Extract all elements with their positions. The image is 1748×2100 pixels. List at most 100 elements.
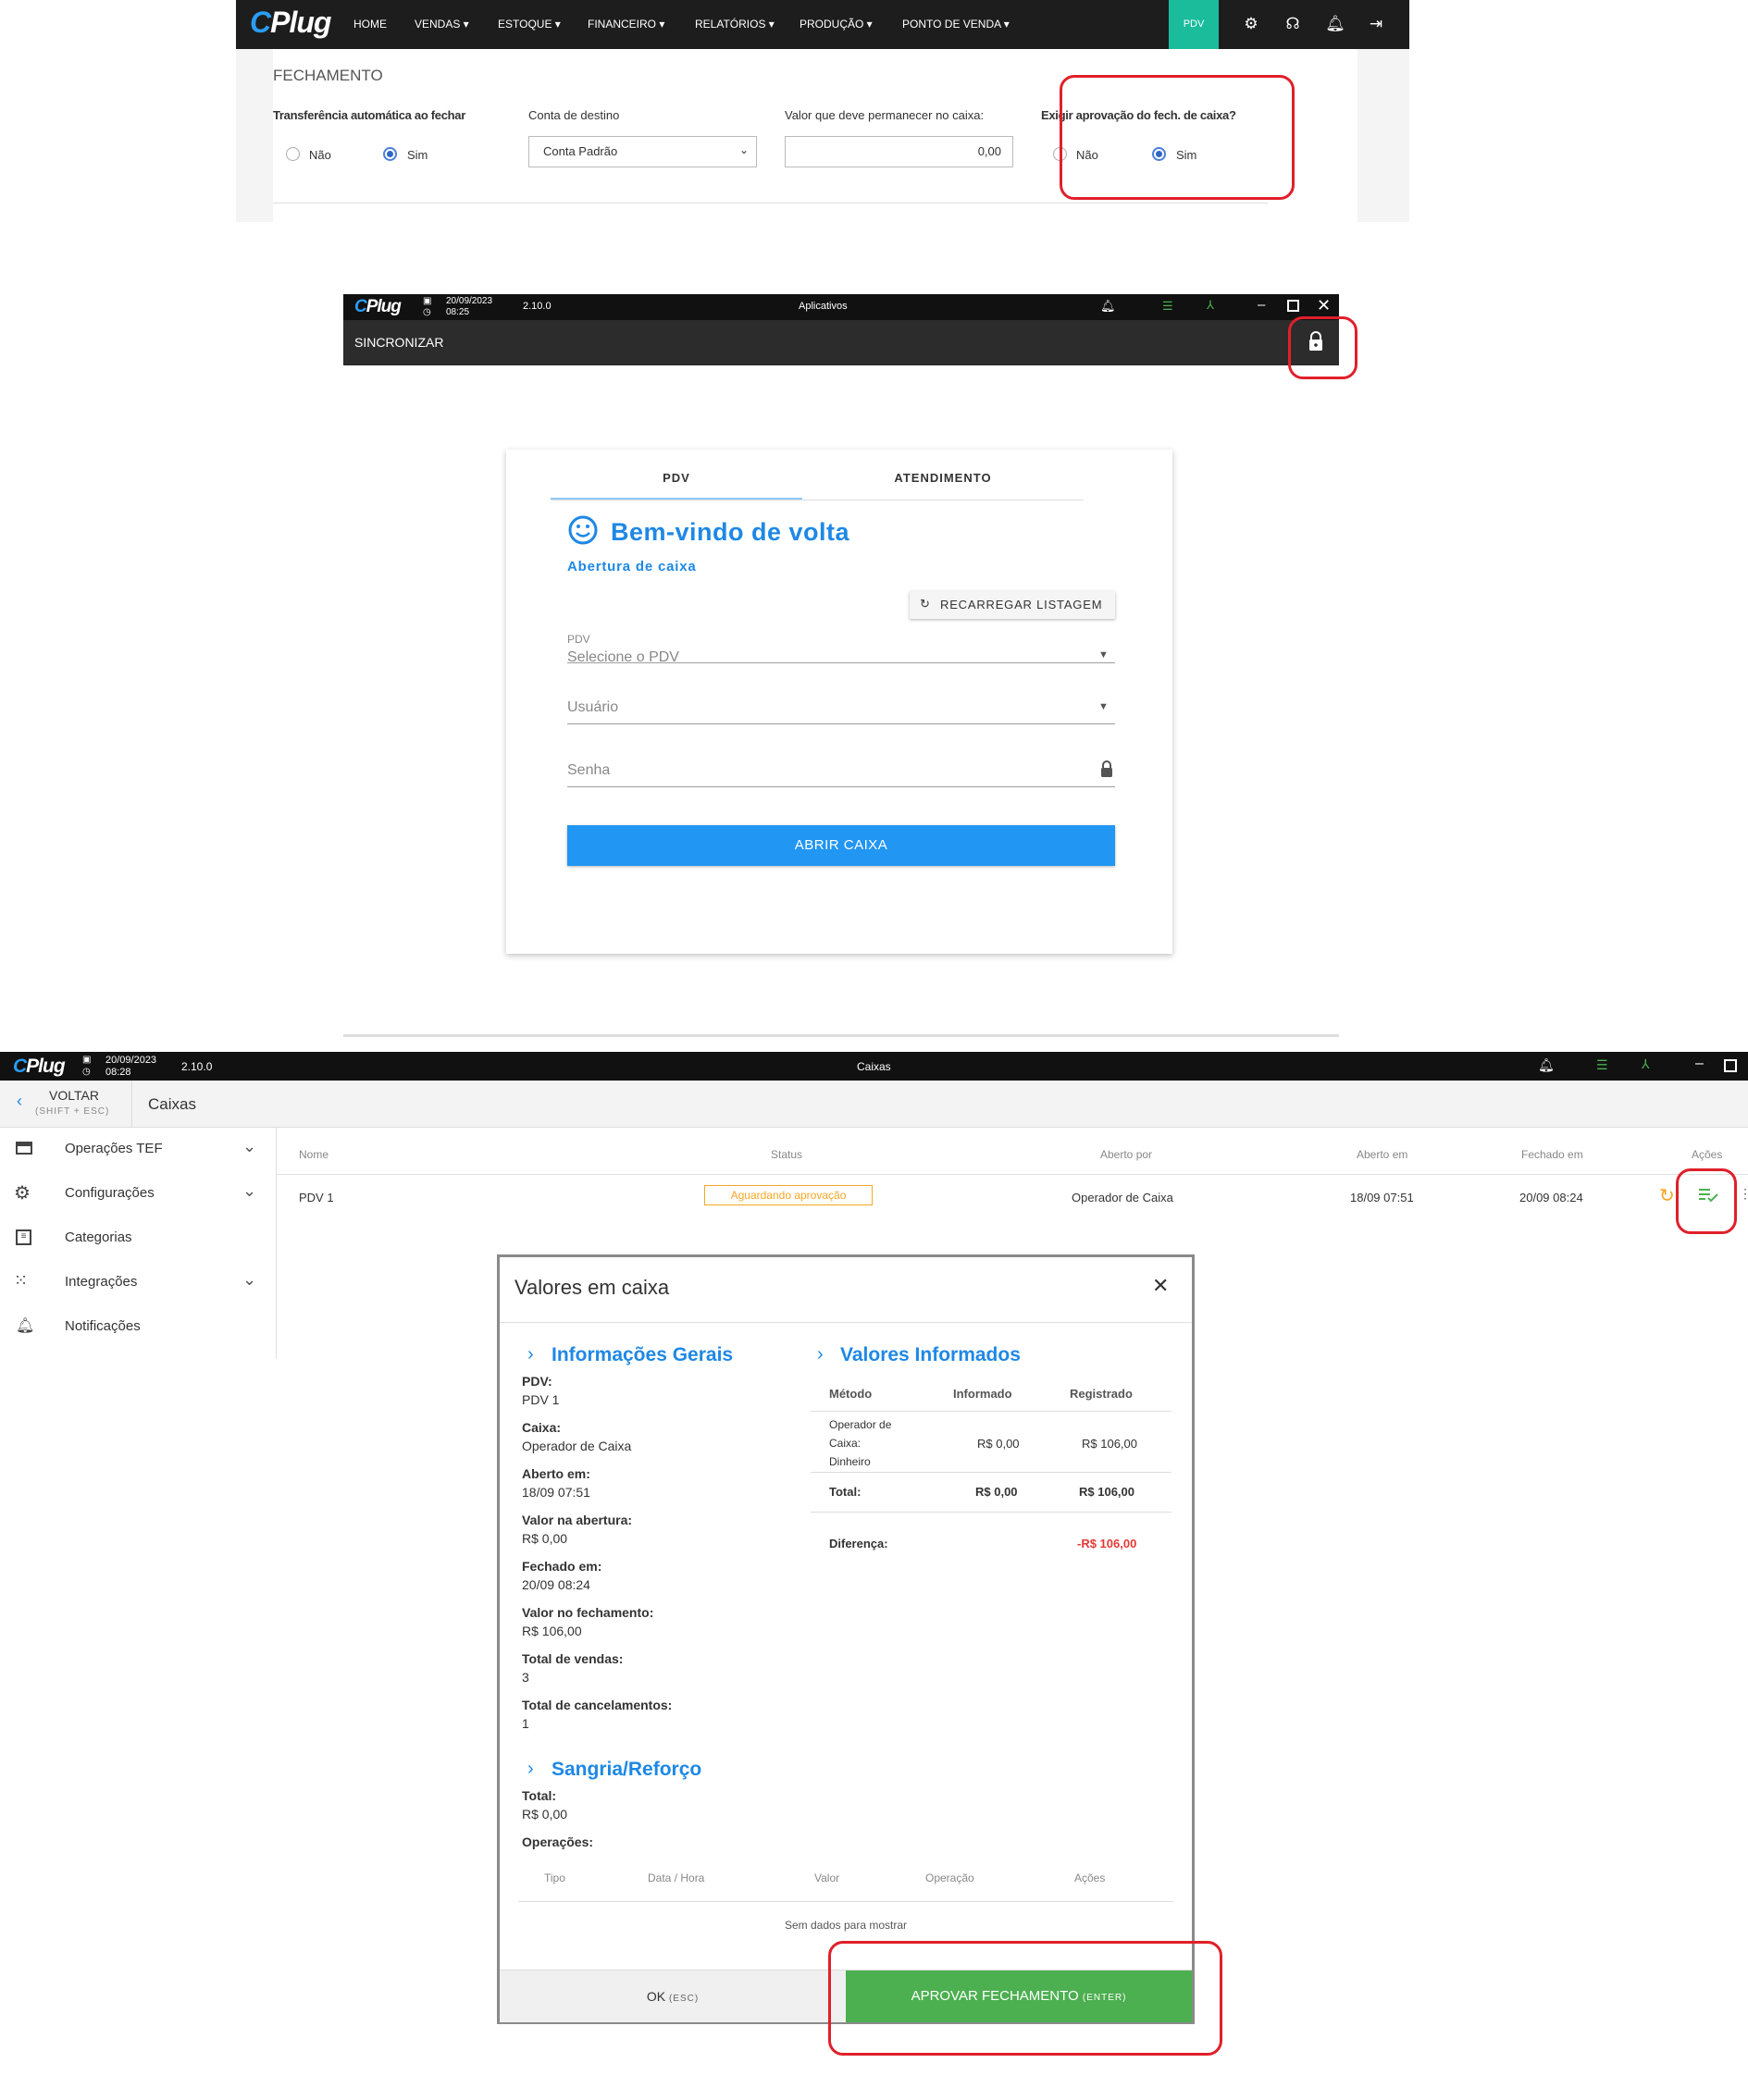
gear-icon: ⚙	[14, 1183, 31, 1204]
highlight-lock	[1288, 316, 1357, 379]
network-icon[interactable]: ⅄	[1207, 298, 1214, 313]
sidebar: Operações TEF ⌄ ⚙ Configurações ⌄ ≡ Cate…	[0, 1128, 277, 1359]
nav-home[interactable]: HOME	[353, 0, 387, 49]
info-value: 3	[522, 1670, 529, 1685]
row-divider	[811, 1411, 1172, 1412]
sidebar-item-configuracoes[interactable]: ⚙ Configurações ⌄	[0, 1172, 276, 1217]
pdv-field-label: PDV	[567, 633, 590, 646]
caret-down-icon: ▼	[1098, 649, 1109, 661]
modal-title: Valores em caixa	[514, 1276, 670, 1299]
highlight-aprovacao	[1060, 75, 1295, 200]
maximize-icon[interactable]	[1724, 1059, 1737, 1072]
sangria-total-value: R$ 0,00	[522, 1807, 568, 1822]
pdv-button[interactable]: PDV	[1169, 0, 1219, 49]
headset-icon[interactable]: ☊	[1282, 13, 1304, 35]
server-icon[interactable]: ☰	[1162, 299, 1173, 314]
maximize-icon[interactable]	[1287, 300, 1299, 312]
back-hint: (SHIFT + ESC)	[35, 1106, 110, 1117]
transfer-yes-label: Sim	[407, 148, 428, 162]
ok-button[interactable]: OK (ESC)	[500, 1970, 846, 2022]
server-icon[interactable]: ☰	[1596, 1057, 1608, 1073]
sidebar-item-label: Notificações	[65, 1318, 141, 1334]
table-row[interactable]: PDV 1 Aguardando aprovação Operador de C…	[277, 1175, 1748, 1219]
reload-label: RECARREGAR LISTAGEM	[940, 598, 1103, 611]
cplug-logo: CPlug	[13, 1056, 66, 1077]
nav-financeiro[interactable]: FINANCEIRO ▾	[588, 0, 664, 49]
tab-pdv[interactable]: PDV	[551, 464, 802, 500]
logout-icon[interactable]: ⇥	[1365, 13, 1387, 35]
ok-label: OK	[646, 1989, 666, 2004]
nav-relatorios[interactable]: RELATÓRIOS ▾	[695, 0, 775, 49]
back-button[interactable]: ‹ VOLTAR (SHIFT + ESC)	[0, 1081, 132, 1127]
ok-hint: (ESC)	[668, 1994, 700, 2004]
th-aberto-por: Aberto por	[1100, 1148, 1153, 1161]
pdv-underline	[567, 662, 1115, 663]
sidebar-item-categorias[interactable]: ≡ Categorias	[0, 1217, 276, 1261]
gear-icon[interactable]: ⚙	[1240, 13, 1262, 35]
sidebar-item-integracoes[interactable]: ⁙ Integrações ⌄	[0, 1261, 276, 1305]
transfer-yes-radio[interactable]	[383, 147, 397, 161]
chevron-down-icon: ⌄	[242, 1270, 257, 1289]
minimize-icon[interactable]: –	[1258, 297, 1265, 313]
abrir-caixa-button[interactable]: ABRIR CAIXA	[567, 825, 1115, 866]
nav-vendas[interactable]: VENDAS ▾	[415, 0, 469, 49]
sidebar-item-label: Integrações	[65, 1274, 138, 1290]
th-nome: Nome	[299, 1148, 329, 1161]
cell-registrado: R$ 106,00	[1082, 1437, 1137, 1451]
welcome-title: Bem-vindo de volta	[611, 518, 850, 546]
nav-producao[interactable]: PRODUÇÃO ▾	[800, 0, 873, 49]
calendar-icon: ▣	[82, 1055, 92, 1065]
list-icon: ≡	[16, 1229, 31, 1245]
cell-aberto-por: Operador de Caixa	[1072, 1191, 1173, 1204]
info-value: 20/09 08:24	[522, 1577, 590, 1592]
sync-button[interactable]: SINCRONIZAR	[354, 335, 443, 350]
integrations-icon: ⁙	[14, 1271, 29, 1290]
titlebar-center: Aplicativos	[799, 301, 848, 312]
bell-icon[interactable]: 🔔︎	[1324, 13, 1346, 35]
row-divider	[811, 1512, 1172, 1513]
destino-label: Conta de destino	[528, 108, 620, 122]
reload-button[interactable]: ↻ RECARREGAR LISTAGEM	[910, 591, 1115, 619]
info-key: PDV:	[522, 1374, 552, 1389]
bell-icon[interactable]: 🔔︎	[1100, 299, 1116, 314]
valor-label: Valor que deve permanecer no caixa:	[785, 108, 985, 122]
destino-value: Conta Padrão	[543, 144, 618, 158]
cell-aberto-em: 18/09 07:51	[1350, 1191, 1414, 1204]
destino-select[interactable]: Conta Padrão ⌄	[528, 136, 757, 167]
breadcrumb-bar: ‹ VOLTAR (SHIFT + ESC) Caixas	[0, 1081, 1748, 1128]
nav-ponto-de-venda[interactable]: PONTO DE VENDA ▾	[902, 0, 1010, 49]
clock-icon: ◷	[423, 307, 431, 317]
operacoes-label: Operações:	[522, 1834, 594, 1849]
senha-input[interactable]: Senha	[567, 762, 610, 779]
page-title: Caixas	[148, 1095, 196, 1113]
senha-underline	[567, 786, 1115, 787]
nav-estoque[interactable]: ESTOQUE ▾	[498, 0, 561, 49]
close-icon[interactable]: ✕	[1317, 296, 1331, 315]
row-divider	[811, 1472, 1172, 1473]
minimize-icon[interactable]: –	[1695, 1056, 1704, 1072]
bell-icon[interactable]: 🔔︎	[1538, 1057, 1555, 1073]
cell-informado: R$ 0,00	[977, 1437, 1020, 1451]
titlebar-time: 08:28	[105, 1067, 131, 1078]
sangria-total-label: Total:	[522, 1788, 557, 1803]
desktop-login-panel: CPlug ▣ ◷ 20/09/2023 08:25 2.10.0 Aplica…	[343, 294, 1339, 1037]
close-icon[interactable]: ✕	[1152, 1274, 1169, 1298]
valor-input[interactable]: 0,00	[785, 136, 1013, 167]
chevron-right-icon: ›	[817, 1344, 824, 1365]
transfer-no-radio[interactable]	[286, 147, 300, 161]
sidebar-item-notificacoes[interactable]: 🔔︎ Notificações	[0, 1305, 276, 1350]
info-key: Fechado em:	[522, 1559, 602, 1574]
pdv-select[interactable]: Selecione o PDV	[567, 649, 679, 666]
chevron-down-icon: ⌄	[738, 143, 749, 156]
usuario-select[interactable]: Usuário	[567, 699, 618, 716]
reopen-icon[interactable]: ↻	[1659, 1184, 1675, 1207]
valores-modal: Valores em caixa ✕ › Informações Gerais …	[497, 1254, 1195, 2024]
app-titlebar: CPlug ▣ ◷ 20/09/2023 08:28 2.10.0 Caixas…	[0, 1052, 1748, 1081]
calendar-icon: ▣	[423, 296, 432, 306]
sidebar-item-operacoes-tef[interactable]: Operações TEF ⌄	[0, 1128, 276, 1172]
more-icon[interactable]: ⋮	[1739, 1186, 1748, 1202]
op-th-acoes: Ações	[1074, 1871, 1106, 1884]
tab-atendimento[interactable]: ATENDIMENTO	[802, 464, 1084, 500]
network-icon[interactable]: ⅄	[1642, 1056, 1650, 1072]
info-key: Total de cancelamentos:	[522, 1698, 673, 1712]
